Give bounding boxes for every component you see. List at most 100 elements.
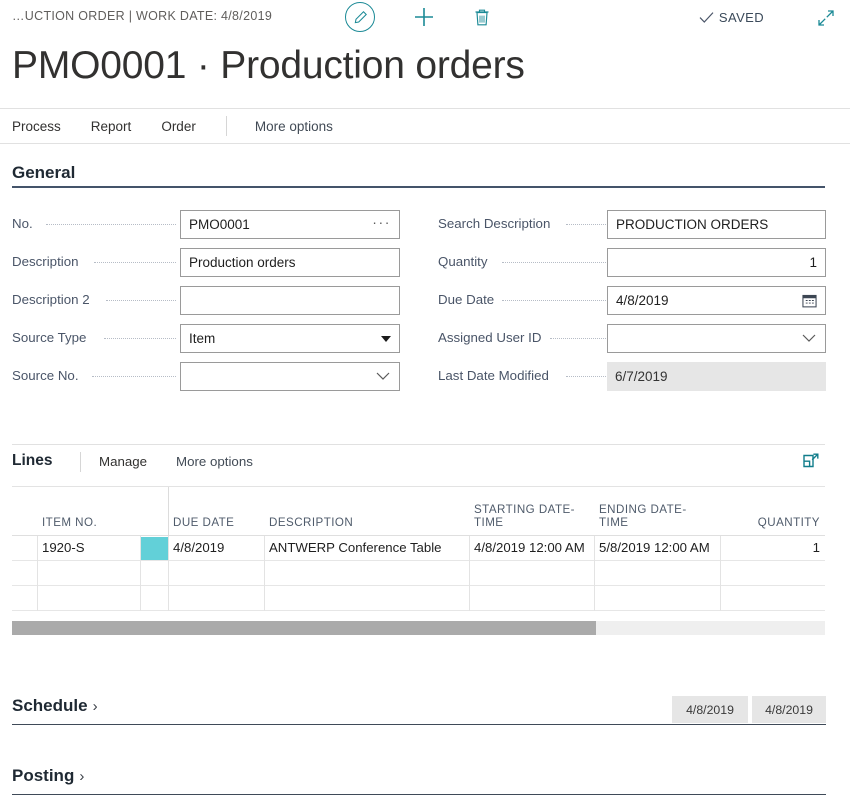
leader-dots	[566, 224, 606, 225]
delete-button[interactable]	[473, 8, 491, 27]
field-source-no-input[interactable]	[180, 362, 400, 391]
field-search-description-label: Search Description	[438, 216, 550, 231]
leader-dots	[106, 300, 176, 301]
cell-quantity[interactable]: 1	[720, 536, 825, 560]
open-in-new-window-icon	[802, 452, 820, 470]
cell-ending-date-time[interactable]	[594, 586, 720, 610]
lines-popout-button[interactable]	[802, 452, 820, 475]
field-due-date-input[interactable]: 4/8/2019	[607, 286, 826, 315]
field-description-2-input[interactable]	[180, 286, 400, 315]
lines-heading: Lines	[12, 452, 52, 470]
table-body: 1920-S 4/8/2019ANTWERP Conference Table4/…	[12, 536, 825, 611]
cell-starting-date-time[interactable]	[469, 561, 594, 585]
field-description-input[interactable]: Production orders	[180, 248, 400, 277]
field-no-input[interactable]: PMO0001 ···	[180, 210, 400, 239]
schedule-section-toggle[interactable]: Schedule ›	[12, 696, 98, 716]
pencil-icon	[345, 2, 375, 32]
field-source-type-label: Source Type	[12, 330, 86, 345]
field-search-description-input[interactable]: PRODUCTION ORDERS	[607, 210, 826, 239]
cell-description[interactable]: ANTWERP Conference Table	[264, 536, 469, 560]
cell-indicator[interactable]	[12, 586, 37, 610]
cell-ending-date-time[interactable]: 5/8/2019 12:00 AM	[594, 536, 720, 560]
cell-starting-date-time[interactable]	[469, 586, 594, 610]
field-quantity-input[interactable]: 1	[607, 248, 826, 277]
cell-ending-date-time[interactable]	[594, 561, 720, 585]
lines-more-options[interactable]: More options	[176, 454, 253, 469]
chevron-down-icon[interactable]	[381, 336, 391, 342]
field-due-date-value: 4/8/2019	[616, 293, 802, 308]
leader-dots	[550, 338, 606, 339]
column-header-starting-date-time[interactable]: STARTING DATE-TIME	[474, 503, 589, 529]
cell-due-date[interactable]	[168, 586, 264, 610]
chevron-down-icon[interactable]	[375, 369, 391, 384]
field-due-date: Due Date 4/8/2019	[438, 286, 826, 315]
table-row[interactable]	[12, 561, 825, 586]
field-no: No. PMO0001 ···	[12, 210, 400, 239]
leader-dots	[566, 376, 606, 377]
leader-dots	[502, 300, 606, 301]
cell-description[interactable]	[264, 561, 469, 585]
horizontal-scrollbar-thumb[interactable]	[12, 621, 596, 635]
cell-item-no[interactable]	[37, 586, 140, 610]
cell-marker[interactable]	[140, 586, 168, 610]
column-header-ending-date-time[interactable]: ENDING DATE-TIME	[599, 503, 715, 529]
lookup-ellipsis-icon[interactable]: ···	[372, 215, 391, 234]
cell-marker[interactable]	[140, 536, 168, 560]
calendar-icon[interactable]	[802, 293, 817, 308]
field-no-value: PMO0001	[189, 217, 372, 232]
cell-quantity[interactable]	[720, 586, 825, 610]
field-no-label: No.	[12, 216, 33, 231]
cell-due-date[interactable]: 4/8/2019	[168, 536, 264, 560]
top-action-icons	[345, 0, 491, 34]
action-report[interactable]: Report	[91, 119, 132, 134]
field-assigned-user-id-input[interactable]	[607, 324, 826, 353]
chevron-down-icon[interactable]	[801, 331, 817, 346]
schedule-rule	[12, 724, 826, 725]
field-due-date-label: Due Date	[438, 292, 494, 307]
field-quantity-label: Quantity	[438, 254, 488, 269]
column-header-item-no[interactable]: ITEM NO.	[42, 516, 135, 529]
field-last-date-modified-label: Last Date Modified	[438, 368, 549, 383]
action-process[interactable]: Process	[12, 119, 61, 134]
cell-item-no[interactable]	[37, 561, 140, 585]
posting-rule	[12, 794, 826, 795]
posting-section-toggle[interactable]: Posting ›	[12, 766, 84, 786]
cell-indicator[interactable]	[12, 561, 37, 585]
cell-item-no[interactable]: 1920-S	[37, 536, 140, 560]
table-row[interactable]: 1920-S 4/8/2019ANTWERP Conference Table4/…	[12, 536, 825, 561]
cell-indicator[interactable]	[12, 536, 37, 560]
table-row[interactable]	[12, 586, 825, 611]
column-header-quantity[interactable]: QUANTITY	[725, 516, 820, 529]
cell-due-date[interactable]	[168, 561, 264, 585]
schedule-badge-end: 4/8/2019	[750, 696, 826, 723]
lines-manage-button[interactable]: Manage	[99, 454, 147, 469]
breadcrumb: …UCTION ORDER | WORK DATE: 4/8/2019	[12, 9, 272, 23]
cell-description[interactable]	[264, 586, 469, 610]
action-divider	[226, 116, 227, 136]
action-more-options[interactable]: More options	[255, 119, 333, 134]
column-header-due-date[interactable]: DUE DATE	[173, 516, 259, 529]
field-last-date-modified-value: 6/7/2019	[615, 369, 818, 384]
chevron-right-icon: ›	[79, 768, 84, 785]
field-last-date-modified-value-box: 6/7/2019	[607, 362, 826, 391]
action-order[interactable]: Order	[161, 119, 196, 134]
cell-starting-date-time[interactable]: 4/8/2019 12:00 AM	[469, 536, 594, 560]
new-button[interactable]	[413, 6, 435, 28]
field-source-no: Source No.	[12, 362, 400, 391]
check-icon	[699, 11, 714, 24]
chevron-right-icon: ›	[93, 698, 98, 715]
edit-button[interactable]	[345, 2, 375, 32]
column-header-description[interactable]: DESCRIPTION	[269, 516, 464, 529]
field-assigned-user-id: Assigned User ID	[438, 324, 826, 353]
field-search-description-value: PRODUCTION ORDERS	[616, 217, 817, 232]
expand-diagonal-icon	[816, 8, 836, 28]
field-quantity: Quantity 1	[438, 248, 826, 277]
field-source-type-value: Item	[189, 331, 381, 346]
cell-quantity[interactable]	[720, 561, 825, 585]
cell-marker[interactable]	[140, 561, 168, 585]
saved-status: SAVED	[699, 10, 764, 25]
expand-button[interactable]	[816, 8, 836, 33]
field-description-label: Description	[12, 254, 79, 269]
field-source-type: Source Type Item	[12, 324, 400, 353]
field-source-type-select[interactable]: Item	[180, 324, 400, 353]
